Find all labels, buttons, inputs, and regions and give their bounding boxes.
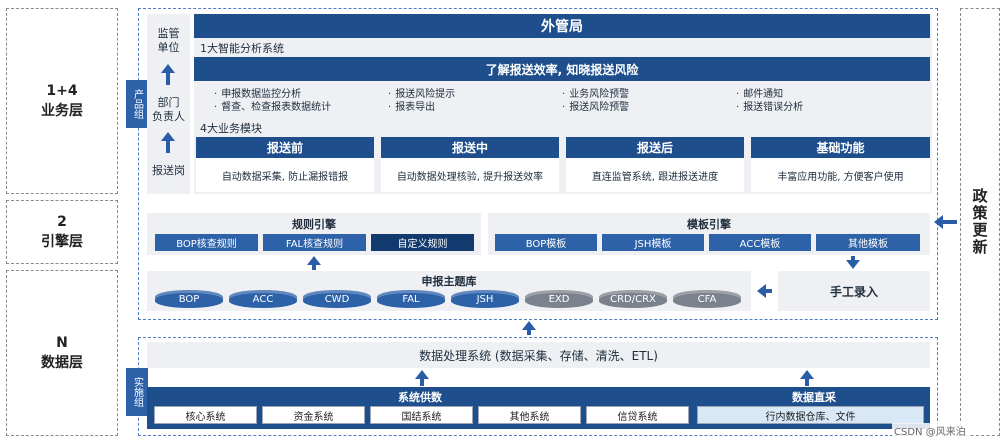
module-desc: 自动数据采集, 防止漏报错报 (196, 158, 374, 192)
layer-data: N 数据层 (6, 270, 118, 436)
module-desc: 自动数据处理核验, 提升报送效率 (381, 158, 559, 192)
arrow-supply-to-processing (415, 370, 429, 386)
module-header: 基础功能 (751, 137, 930, 158)
feature-item: 督查、检查报表数据统计 (214, 98, 331, 113)
layer-engine-label: 2 引擎层 (41, 214, 83, 250)
db-cylinder: CFA (673, 290, 741, 308)
template-chip: ACC模板 (709, 234, 811, 251)
role-arrow-1 (161, 64, 175, 85)
arrow-manual-to-db (757, 284, 772, 298)
rule-chip: 自定义规则 (371, 234, 474, 251)
template-chip: 其他模板 (816, 234, 920, 251)
impl-group-label: 实施组 (131, 377, 143, 407)
module-desc: 直连监管系统, 跟进报送进度 (566, 158, 744, 192)
rule-engine-title: 规则引擎 (292, 217, 336, 231)
role-manager: 部门 负责人 (152, 96, 185, 123)
impl-group-tag: 实施组 (126, 368, 148, 416)
source-system: 资金系统 (262, 406, 365, 424)
arrow-direct-to-processing (800, 370, 814, 386)
direct-collect-title: 数据直采 (792, 390, 836, 404)
analysis-system-title: 1大智能分析系统 (200, 42, 284, 55)
module-header: 报送中 (381, 137, 559, 158)
role-arrow-2 (161, 132, 175, 153)
source-data-warehouse: 行内数据仓库、文件 (697, 406, 924, 424)
policy-update-label: 政策更新 (970, 188, 989, 256)
source-system: 信贷系统 (586, 406, 689, 424)
layer-business: 1+4 业务层 (6, 8, 118, 194)
role-supervisor: 监管 单位 (157, 27, 180, 54)
source-system: 其他系统 (478, 406, 581, 424)
db-cylinder: CRD/CRX (599, 290, 667, 308)
modules-title: 4大业务模块 (200, 122, 262, 135)
product-group-label: 产品组 (131, 89, 143, 119)
policy-update-box: 政策更新 (960, 8, 1000, 436)
db-cylinder: JSH (451, 290, 519, 308)
feature-item: 报送错误分析 (736, 98, 803, 113)
subject-db-title: 申报主题库 (421, 274, 477, 288)
layer-business-label: 1+4 业务层 (41, 83, 83, 119)
rule-chip: FAL核查规则 (263, 234, 366, 251)
layer-data-label: N 数据层 (41, 335, 83, 371)
module-header: 报送后 (566, 137, 744, 158)
product-group-tag: 产品组 (126, 80, 148, 128)
arrow-db-to-rules (307, 256, 321, 270)
template-chip: BOP模板 (495, 234, 597, 251)
feature-item: 报送风险预警 (562, 98, 629, 113)
slogan-bar: 了解报送效率, 知晓报送风险 (194, 57, 930, 81)
arrow-template-to-manual (846, 256, 860, 269)
source-system: 核心系统 (154, 406, 257, 424)
rule-chip: BOP核查规则 (155, 234, 258, 251)
feature-item: 报表导出 (388, 98, 435, 113)
watermark: CSDN @风来泊 (892, 423, 968, 438)
db-cylinder: BOP (155, 290, 223, 308)
db-cylinder: CWD (303, 290, 371, 308)
role-reporter: 报送岗 (152, 164, 185, 177)
template-engine-title: 模板引擎 (687, 217, 731, 231)
data-processing-bar: 数据处理系统 (数据采集、存储、清洗、ETL) (147, 342, 930, 368)
arrow-policy-in (934, 215, 957, 229)
system-supply-title: 系统供数 (398, 390, 442, 404)
manual-entry-box: 手工录入 (778, 271, 930, 311)
arrow-data-to-upper (522, 321, 536, 335)
bureau-bar: 外管局 (194, 14, 930, 38)
template-chip: JSH模板 (602, 234, 704, 251)
module-desc: 丰富应用功能, 方便客户使用 (751, 158, 930, 192)
source-system: 国结系统 (370, 406, 473, 424)
module-header: 报送前 (196, 137, 374, 158)
db-cylinder: EXD (525, 290, 593, 308)
db-cylinder: FAL (377, 290, 445, 308)
db-cylinder: ACC (229, 290, 297, 308)
layer-engine: 2 引擎层 (6, 200, 118, 264)
